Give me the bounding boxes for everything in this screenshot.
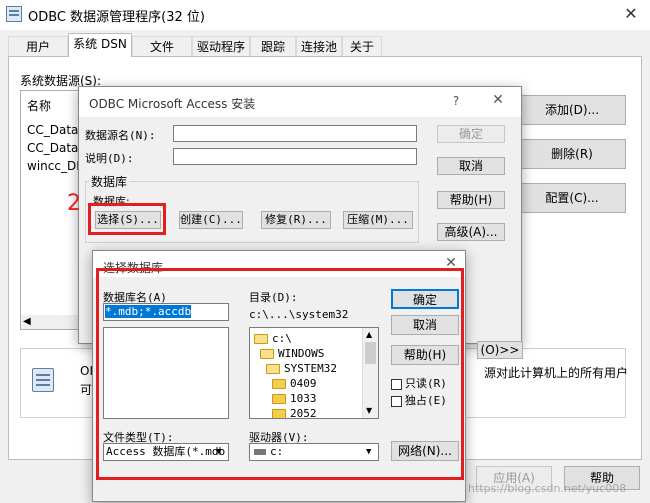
database-info-icon	[32, 368, 54, 392]
compact-button[interactable]: 压缩(M)...	[343, 211, 413, 229]
description-input[interactable]	[173, 148, 417, 165]
add-button[interactable]: 添加(D)...	[518, 95, 626, 125]
access-help-button[interactable]: 帮助(H)	[437, 191, 505, 209]
app-icon	[6, 6, 22, 22]
tab-system-dsn[interactable]: 系统 DSN	[68, 33, 132, 57]
access-ok-button[interactable]: 确定	[437, 125, 505, 143]
close-icon[interactable]: ✕	[618, 2, 644, 26]
info-text-right: 源对此计算机上的所有用户	[484, 366, 629, 380]
remove-button[interactable]: 删除(R)	[518, 139, 626, 169]
configure-button[interactable]: 配置(C)...	[518, 183, 626, 213]
tab-tracing[interactable]: 跟踪	[250, 36, 296, 56]
tab-user-dsn[interactable]: 用户 DSN	[8, 36, 68, 74]
tab-connection-pooling[interactable]: 连接池	[296, 36, 342, 56]
close-icon[interactable]: ✕	[487, 92, 509, 108]
select-highlight-box	[88, 203, 166, 235]
list-item[interactable]: wincc_DB	[27, 159, 84, 173]
dsn-name-input[interactable]	[173, 125, 417, 142]
scroll-left-icon[interactable]: ◀	[23, 315, 31, 329]
watermark: https://blog.csdn.net/yuc008	[468, 482, 627, 495]
repair-button[interactable]: 修复(R)...	[261, 211, 331, 229]
options-button[interactable]: (O)>>	[477, 341, 523, 359]
main-title: ODBC 数据源管理程序(32 位)	[28, 10, 205, 25]
tab-about[interactable]: 关于	[342, 36, 382, 56]
description-label: 说明(D):	[85, 152, 134, 165]
info-text-line2: 可	[80, 383, 93, 397]
create-button[interactable]: 创建(C)...	[179, 211, 243, 229]
access-cancel-button[interactable]: 取消	[437, 157, 505, 175]
select-dialog-highlight-box	[96, 268, 464, 480]
list-item[interactable]: CC_Data_	[27, 141, 84, 155]
access-dialog-title-bar: ODBC Microsoft Access 安装 ? ✕	[79, 87, 521, 117]
column-header-name: 名称	[27, 99, 52, 113]
main-title-bar: ODBC 数据源管理程序(32 位) ✕	[0, 0, 650, 30]
step-number: 2	[67, 191, 81, 216]
advanced-button[interactable]: 高级(A)...	[437, 223, 505, 241]
database-group-title: 数据库	[89, 173, 130, 190]
help-question-icon[interactable]: ?	[449, 94, 463, 108]
access-dialog-title: ODBC Microsoft Access 安装	[89, 97, 256, 111]
dsn-name-label: 数据源名(N):	[85, 129, 156, 142]
tab-drivers[interactable]: 驱动程序	[192, 36, 250, 56]
list-item[interactable]: CC_Data_	[27, 123, 84, 137]
tab-file-dsn[interactable]: 文件 DSN	[132, 36, 192, 74]
